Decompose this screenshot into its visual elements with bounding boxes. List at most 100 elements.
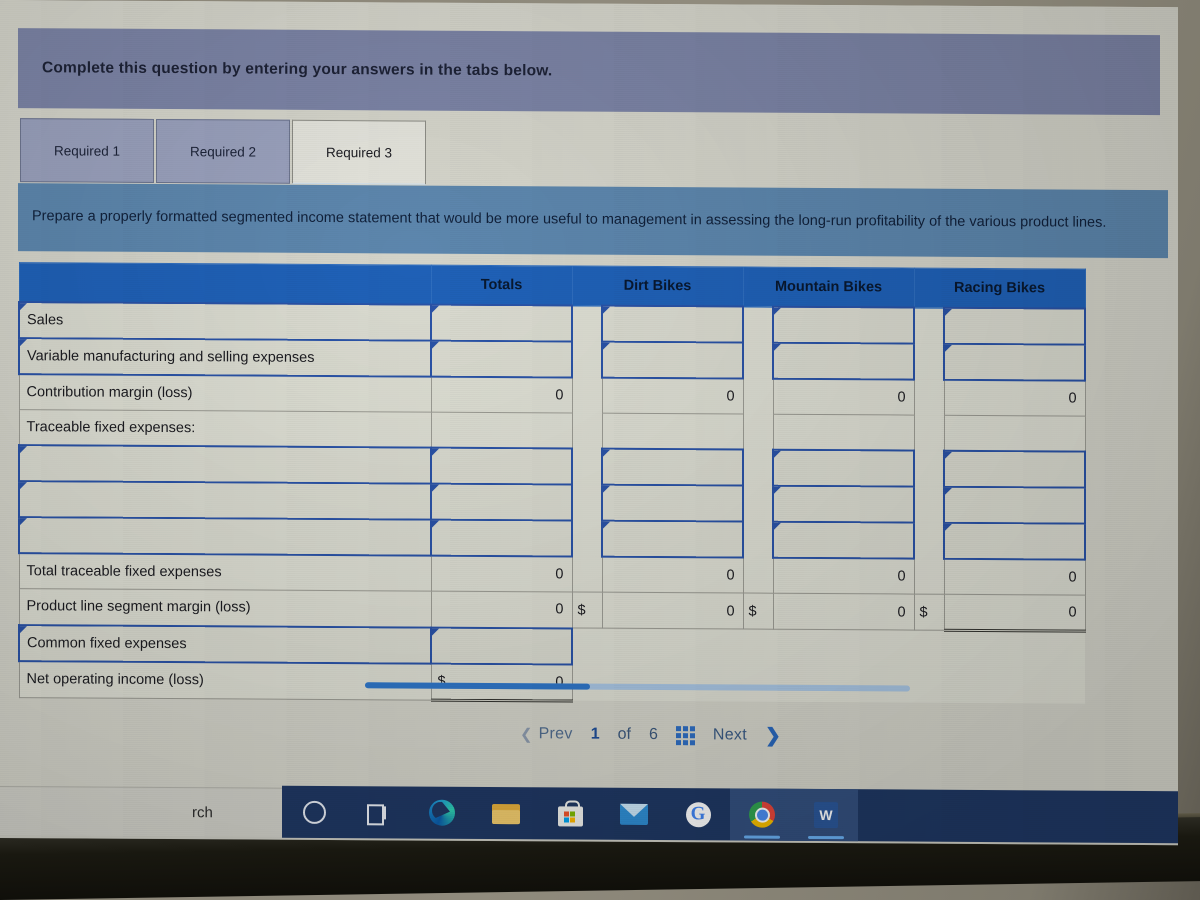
cell-blank3-totals[interactable] [431,519,572,557]
cell-blank2-racing-sign [914,486,945,523]
chevron-left-icon[interactable]: ❮ [520,725,533,743]
segmented-income-statement-table: Totals Dirt Bikes Mountain Bikes Racing … [18,262,1086,705]
cell-variable-dirt-sign [572,341,602,378]
cortana-icon [302,800,326,824]
table-header-row: Totals Dirt Bikes Mountain Bikes Racing … [19,262,1086,309]
cell-blank1-racing[interactable] [944,450,1086,488]
income-statement-table-wrapper: Totals Dirt Bikes Mountain Bikes Racing … [18,262,1086,704]
taskbar-mail-button[interactable] [602,788,666,840]
cell-contribution-racing: 0 [944,379,1086,417]
row-label-blank-3[interactable] [19,517,431,556]
cell-blank1-mountain[interactable] [773,449,915,487]
cell-blank1-racing-sign [914,450,945,487]
exam-page: Complete this question by entering your … [0,0,1178,798]
table-row [19,517,1086,560]
row-label-blank-1[interactable] [19,445,431,484]
cell-blank3-dirt-sign [572,520,602,557]
tab-required-2[interactable]: Required 2 [156,118,290,184]
cell-blank1-dirt-sign [572,448,602,485]
taskbar-microsoft-store-button[interactable] [538,787,602,839]
chrome-icon [749,801,775,828]
current-page-number: 1 [590,725,600,743]
screen: Complete this question by entering your … [0,0,1178,846]
taskbar-cortana-button[interactable] [282,786,346,838]
cell-blank1-dirt[interactable] [602,448,744,486]
header-blank [19,262,431,305]
taskbar-google-button[interactable]: G [666,788,730,840]
cell-traceable-racing-sign [914,415,945,451]
task-view-icon [367,803,389,825]
cell-variable-mountain-sign [743,342,774,379]
taskbar-edge-button[interactable] [410,787,474,839]
cell-blank3-racing[interactable] [944,522,1086,560]
taskbar-file-explorer-button[interactable] [474,787,538,839]
row-label-segment-margin: Product line segment margin (loss) [19,588,431,628]
cell-total-traceable-racing-sign [914,558,945,595]
cell-segment-margin-racing: 0 [944,594,1086,632]
cell-sales-totals[interactable] [431,304,572,342]
taskbar-task-view-button[interactable] [346,786,410,838]
instruction-text: Prepare a properly formatted segmented i… [32,208,1107,232]
cell-blank2-mountain[interactable] [773,485,915,523]
cell-sales-mountain-sign [743,306,774,343]
row-label-net-operating-income: Net operating income (loss) [19,660,431,700]
cell-total-traceable-dirt-sign [572,556,602,593]
word-icon: W [814,801,838,829]
instruction-band: Prepare a properly formatted segmented i… [18,183,1168,259]
cell-variable-dirt[interactable] [602,341,744,379]
cell-contribution-totals: 0 [431,376,572,413]
table-row: Net operating income (loss) $0 [19,660,1086,704]
cell-sales-racing[interactable] [944,307,1086,345]
cell-blank2-totals[interactable] [431,483,572,521]
row-label-total-traceable: Total traceable fixed expenses [19,553,431,592]
cell-sales-dirt[interactable] [602,305,744,343]
taskbar-chrome-button[interactable] [730,788,794,841]
grid-view-icon[interactable] [675,725,695,745]
cell-total-traceable-racing: 0 [944,558,1086,596]
cell-total-traceable-mountain-sign [743,557,774,594]
cell-blank3-dirt[interactable] [602,520,744,558]
cell-variable-mountain[interactable] [773,342,915,380]
row-label-traceable-header: Traceable fixed expenses: [19,409,431,448]
taskbar-word-button[interactable]: W [794,788,858,842]
cell-sales-mountain[interactable] [773,306,915,344]
windows-search-box[interactable]: rch [0,785,285,837]
cell-traceable-dirt-sign [572,412,602,449]
next-button[interactable]: Next [713,726,747,744]
cell-segment-margin-mountain-sign: $ [743,593,774,630]
cell-blank2-racing[interactable] [944,486,1086,524]
file-explorer-icon [492,802,520,825]
header-mountain-bikes: Mountain Bikes [743,267,915,308]
windows-search-placeholder: rch [192,803,213,821]
tab-required-3[interactable]: Required 3 [292,119,426,185]
table-row: Variable manufacturing and selling expen… [19,338,1086,381]
row-label-common-fixed[interactable]: Common fixed expenses [19,624,431,664]
total-page-count: 6 [648,725,658,744]
cell-total-traceable-dirt: 0 [602,556,744,594]
cell-sales-dirt-sign [572,305,602,342]
row-label-blank-2[interactable] [19,481,431,520]
cell-contribution-dirt: 0 [602,377,744,415]
cell-blank2-dirt[interactable] [602,484,744,522]
cell-common-fixed-totals[interactable] [431,627,572,664]
microsoft-store-icon [557,800,583,827]
cell-blank3-mountain-sign [743,521,774,558]
chevron-right-icon[interactable]: ❯ [765,724,781,747]
row-label-variable-expenses[interactable]: Variable manufacturing and selling expen… [19,338,431,377]
cell-blank1-totals[interactable] [431,447,572,485]
google-icon: G [685,801,711,827]
cell-blank3-racing-sign [914,522,945,559]
row-label-sales[interactable]: Sales [19,302,431,341]
cell-traceable-mountain [773,414,915,451]
header-dirt-bikes: Dirt Bikes [572,265,744,307]
cell-blank3-mountain[interactable] [773,521,915,559]
cell-blank2-dirt-sign [572,484,602,521]
header-totals: Totals [431,265,572,306]
cell-variable-racing[interactable] [944,343,1086,381]
tab-required-1[interactable]: Required 1 [20,118,154,183]
cell-segment-margin-mountain: 0 [773,593,915,631]
prev-button[interactable]: Prev [539,725,573,743]
mail-icon [620,803,648,825]
page-of-label: of [617,725,631,743]
cell-variable-totals[interactable] [431,340,572,378]
